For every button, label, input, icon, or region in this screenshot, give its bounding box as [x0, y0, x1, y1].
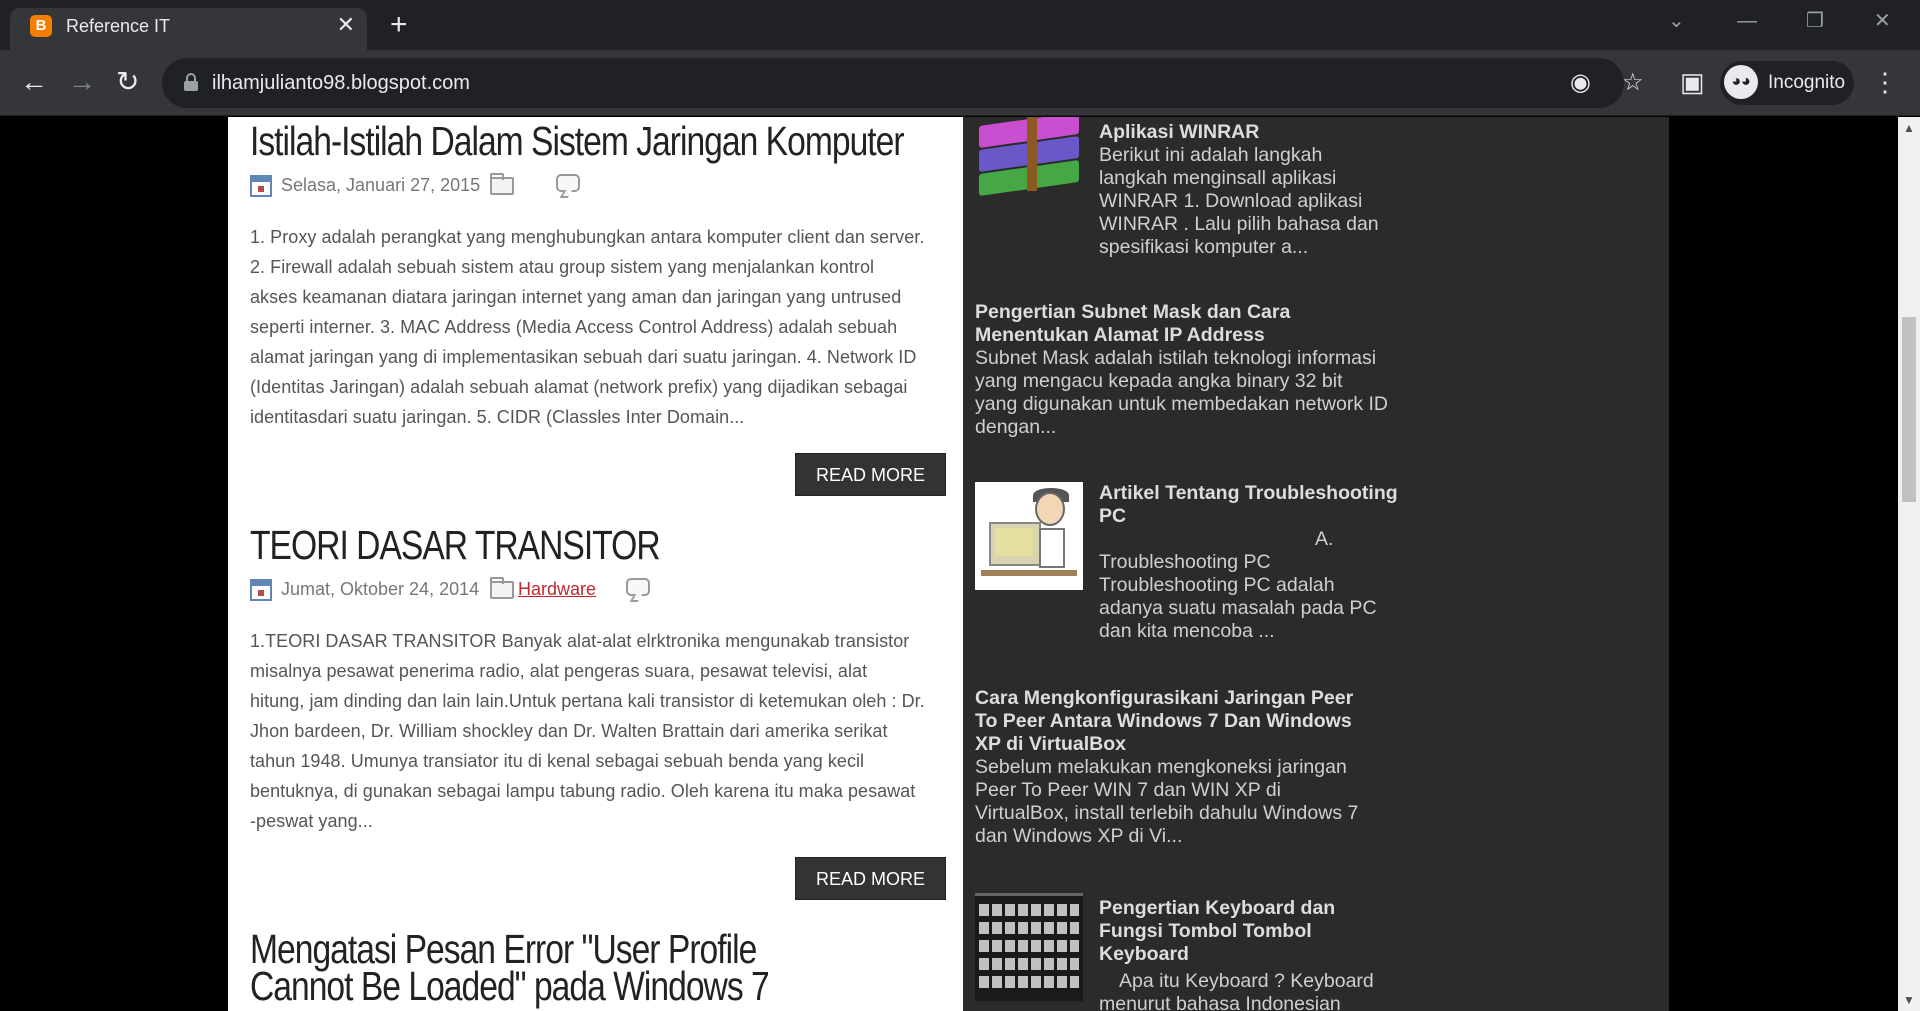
tab-title: Reference IT	[66, 16, 171, 36]
winrar-icon[interactable]	[975, 117, 1083, 221]
popular-post-item: Cara Mengkonfigurasikani Jaringan Peer T…	[975, 687, 1405, 848]
comment-icon[interactable]	[556, 174, 580, 192]
incognito-icon: ◕◕	[1724, 65, 1758, 99]
new-tab-button[interactable]: +	[390, 8, 408, 42]
restore-button[interactable]: ❐	[1806, 6, 1824, 36]
popular-post-title[interactable]: Cara Mengkonfigurasikani Jaringan Peer T…	[975, 687, 1375, 756]
minimize-button[interactable]: —	[1737, 6, 1757, 36]
popular-post-item: Pengertian Subnet Mask dan Cara Menentuk…	[975, 301, 1405, 439]
popular-post-title[interactable]: Pengertian Subnet Mask dan Cara Menentuk…	[975, 301, 1305, 347]
address-bar[interactable]: ilhamjulianto98.blogspot.com ◉ ☆	[162, 58, 1644, 108]
post-title[interactable]: TEORI DASAR TRANSITOR	[250, 525, 922, 566]
post: TEORI DASAR TRANSITOR Jumat, Oktober 24,…	[250, 525, 940, 836]
technician-image[interactable]	[975, 482, 1083, 590]
post-snippet: 1. Proxy adalah perangkat yang menghubun…	[250, 227, 925, 427]
blogger-favicon-icon: B	[30, 15, 52, 37]
post-label-link[interactable]: Hardware	[518, 576, 596, 602]
popular-post-snippet: Sebelum melakukan mengkoneksi jaringan P…	[975, 756, 1359, 847]
menu-kebab-icon[interactable]: ⋮	[1872, 64, 1898, 100]
scroll-down-arrow-icon[interactable]: ▼	[1903, 993, 1915, 1007]
comment-icon[interactable]	[626, 578, 650, 596]
read-more-button[interactable]: READ MORE	[795, 453, 946, 496]
forward-button[interactable]: →	[68, 64, 96, 100]
main-content: Istilah-Istilah Dalam Sistem Jaringan Ko…	[228, 117, 963, 1011]
browser-toolbar: ← → ↻ ilhamjulianto98.blogspot.com ◉ ☆ ▣…	[0, 50, 1920, 116]
page-viewport: Istilah-Istilah Dalam Sistem Jaringan Ko…	[0, 117, 1898, 1011]
folder-icon	[490, 577, 514, 599]
popular-post-title[interactable]: Pengertian Keyboard dan Fungsi Tombol To…	[1099, 897, 1389, 966]
popular-post-snippet: Berikut ini adalah langkah langkah mengi…	[1099, 144, 1379, 258]
popular-post-title[interactable]: Artikel Tentang Troubleshooting PC	[1099, 482, 1399, 528]
page-scrollbar[interactable]: ▲ ▼	[1898, 117, 1920, 1011]
side-panel-icon[interactable]: ▣	[1680, 64, 1705, 100]
popular-post-snippet: A. Troubleshooting PC Troubleshooting PC…	[1099, 528, 1377, 642]
popular-post-item: Pengertian Keyboard dan Fungsi Tombol To…	[975, 893, 1405, 1011]
tab-bar: B Reference IT ✕ + ⌄ — ❐ ✕	[0, 0, 1920, 50]
popular-post-snippet: Subnet Mask adalah istilah teknologi inf…	[975, 347, 1389, 438]
post-title[interactable]: Mengatasi Pesan Error "User Profile Cann…	[250, 929, 824, 1007]
post-snippet: 1.TEORI DASAR TRANSITOR Banyak alat-alat…	[250, 631, 925, 831]
calendar-icon	[250, 579, 272, 601]
popular-posts-sidebar: Aplikasi WINRAR Berikut ini adalah langk…	[963, 117, 1669, 1011]
post-title[interactable]: Istilah-Istilah Dalam Sistem Jaringan Ko…	[250, 121, 922, 162]
back-button[interactable]: ←	[20, 64, 48, 100]
scroll-thumb[interactable]	[1902, 317, 1916, 502]
popular-post-item: Aplikasi WINRAR Berikut ini adalah langk…	[975, 117, 1405, 259]
scroll-up-arrow-icon[interactable]: ▲	[1903, 121, 1915, 135]
post-meta: Selasa, Januari 27, 2015	[250, 172, 940, 200]
reload-button[interactable]: ↻	[116, 64, 139, 100]
tab-active[interactable]: B Reference IT ✕	[10, 8, 367, 50]
post-meta: Jumat, Oktober 24, 2014 Hardware	[250, 576, 940, 604]
incognito-label: Incognito	[1768, 72, 1846, 93]
incognito-badge[interactable]: ◕◕ Incognito	[1720, 61, 1854, 105]
tab-close-icon[interactable]: ✕	[337, 13, 355, 37]
tab-search-icon[interactable]: ⌄	[1668, 6, 1685, 36]
lock-icon[interactable]	[184, 73, 198, 91]
read-more-button[interactable]: READ MORE	[795, 857, 946, 900]
post-date: Jumat, Oktober 24, 2014	[281, 579, 480, 599]
folder-icon	[490, 173, 514, 195]
post: Istilah-Istilah Dalam Sistem Jaringan Ko…	[250, 121, 940, 432]
eye-off-icon[interactable]: ◉	[1570, 68, 1591, 98]
popular-post-item: Artikel Tentang Troubleshooting PC A. Tr…	[975, 482, 1405, 643]
popular-post-snippet: Apa itu Keyboard ? Keyboard menurut baha…	[1099, 970, 1374, 1011]
post: Mengatasi Pesan Error "User Profile Cann…	[250, 929, 940, 1007]
keyboard-image[interactable]	[975, 893, 1083, 1001]
calendar-icon	[250, 175, 272, 197]
popular-post-title[interactable]: Aplikasi WINRAR	[1099, 121, 1405, 144]
post-date: Selasa, Januari 27, 2015	[281, 175, 481, 195]
url-text[interactable]: ilhamjulianto98.blogspot.com	[212, 71, 470, 95]
bookmark-star-icon[interactable]: ☆	[1622, 68, 1644, 98]
close-window-button[interactable]: ✕	[1874, 6, 1891, 36]
